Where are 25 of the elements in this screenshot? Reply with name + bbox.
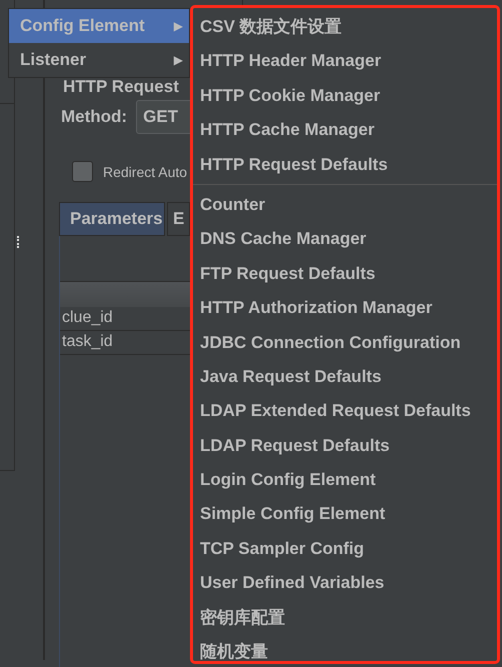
checkbox-label: Redirect Auto bbox=[103, 164, 188, 180]
splitter-handle[interactable] bbox=[17, 236, 22, 248]
tab[interactable]: Parameters bbox=[59, 202, 165, 236]
menu-item[interactable]: HTTP Header Manager bbox=[193, 44, 497, 79]
menu-item[interactable]: Java Request Defaults bbox=[193, 360, 497, 394]
menu-item[interactable]: 密钥库配置 bbox=[193, 600, 497, 636]
menu-item[interactable]: DNS Cache Manager bbox=[193, 222, 497, 257]
menu-item[interactable]: LDAP Extended Request Defaults bbox=[193, 394, 497, 429]
checkbox[interactable] bbox=[72, 161, 93, 182]
menu-item[interactable]: Listener ▶ bbox=[9, 43, 189, 77]
menu-item[interactable]: LDAP Request Defaults bbox=[193, 428, 497, 464]
menu-item[interactable]: Counter bbox=[193, 188, 497, 222]
panel-title: HTTP Request bbox=[63, 77, 179, 97]
menu-item[interactable]: Login Config Element bbox=[193, 463, 497, 498]
menu-item[interactable]: Simple Config Element bbox=[193, 497, 497, 532]
menu-item[interactable]: TCP Sampler Config bbox=[193, 532, 497, 566]
tab[interactable]: E bbox=[167, 202, 190, 236]
submenu-arrow-icon: ▶ bbox=[174, 53, 183, 67]
menu-item[interactable]: FTP Request Defaults bbox=[193, 256, 497, 292]
menu-item[interactable]: 随机变量 bbox=[193, 635, 497, 667]
menu-item[interactable]: CSV 数据文件设置 bbox=[193, 10, 497, 44]
submenu-arrow-icon: ▶ bbox=[174, 19, 183, 33]
menu-item[interactable]: User Defined Variables bbox=[193, 566, 497, 601]
menu-item[interactable]: HTTP Request Defaults bbox=[193, 148, 497, 182]
method-label: Method: bbox=[61, 107, 128, 127]
